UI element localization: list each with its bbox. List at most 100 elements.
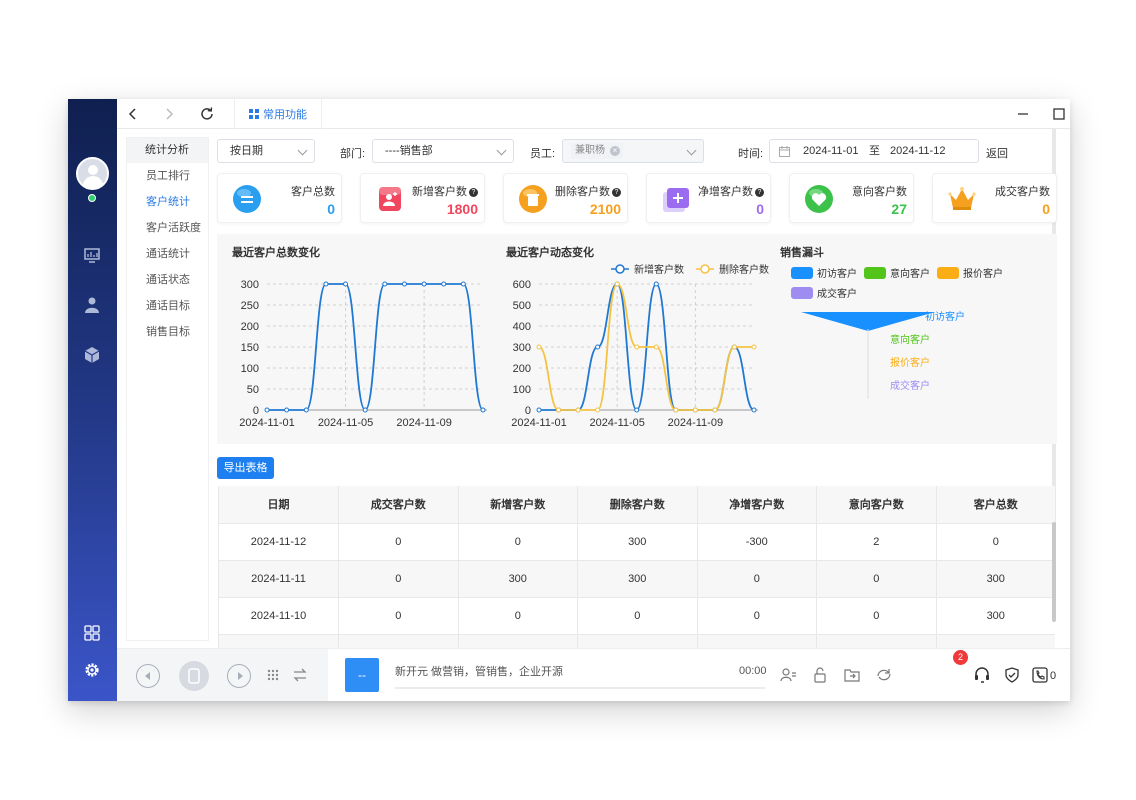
x-tick-label: 2024-11-05 bbox=[318, 417, 373, 429]
subnav-item-call-status[interactable]: 通话状态 bbox=[127, 267, 208, 293]
subnav-item-call-target[interactable]: 通话目标 bbox=[127, 293, 208, 319]
table-row[interactable]: 2024-11-12 0 0 300 -300 2 0 bbox=[219, 523, 1055, 561]
card-label: 客户总数 bbox=[291, 186, 335, 198]
col-intent[interactable]: 意向客户数 bbox=[816, 486, 937, 524]
table-row[interactable]: 2024-11-0900000300 bbox=[219, 634, 1055, 649]
prev-call-button[interactable] bbox=[136, 664, 160, 688]
funnel-legend-swatch bbox=[864, 267, 886, 279]
crown-icon bbox=[948, 187, 976, 210]
shield-check-icon[interactable] bbox=[1003, 666, 1021, 684]
tag-close-icon[interactable]: × bbox=[610, 146, 620, 156]
legend-item: 删除客户数 bbox=[696, 263, 769, 276]
subnav-header[interactable]: 统计分析 bbox=[127, 138, 208, 163]
avatar[interactable] bbox=[76, 157, 109, 190]
headset-icon[interactable] bbox=[973, 666, 991, 684]
lock-icon[interactable] bbox=[811, 666, 829, 684]
sync-icon[interactable] bbox=[875, 666, 893, 684]
transfer-icon[interactable] bbox=[293, 668, 307, 682]
stats-subnav: 统计分析 员工排行 客户统计 客户活跃度 通话统计 通话状态 通话目标 销售目标 bbox=[126, 137, 209, 641]
y-tick-label: 0 bbox=[525, 405, 531, 417]
maximize-icon[interactable] bbox=[1052, 107, 1066, 121]
phone-device-button[interactable] bbox=[179, 661, 209, 691]
call-progress-bar bbox=[395, 687, 765, 689]
period-value: 按日期 bbox=[230, 145, 263, 157]
cube-icon[interactable] bbox=[83, 346, 101, 364]
data-point bbox=[343, 281, 349, 287]
card-label-text: 删除客户数 bbox=[555, 186, 610, 198]
staff-tag[interactable]: 兼职杨 × bbox=[571, 143, 623, 159]
col-date[interactable]: 日期 bbox=[219, 486, 339, 524]
subnav-item-customer-stats[interactable]: 客户统计 bbox=[127, 189, 208, 215]
col-net[interactable]: 净增客户数 bbox=[697, 486, 817, 524]
export-table-button[interactable]: 导出表格 bbox=[217, 457, 274, 479]
dashboard-icon[interactable] bbox=[83, 246, 101, 264]
staff-tag-label: 兼职杨 bbox=[575, 145, 605, 156]
left-rail bbox=[68, 99, 117, 701]
date-range-picker[interactable]: 2024-11-01 至 2024-11-12 bbox=[769, 139, 979, 163]
data-point bbox=[460, 281, 466, 287]
help-icon[interactable]: ? bbox=[469, 188, 478, 197]
contact-card-icon[interactable] bbox=[779, 666, 797, 684]
legend-marker bbox=[615, 264, 625, 274]
apps-grid-icon[interactable] bbox=[83, 624, 101, 642]
dept-select[interactable]: ----销售部 bbox=[372, 139, 514, 163]
top-bar: 常用功能 bbox=[117, 99, 1070, 129]
staff-select[interactable]: 兼职杨 × bbox=[562, 139, 704, 163]
cell: 0 bbox=[338, 523, 459, 561]
total-customers-icon bbox=[233, 185, 261, 213]
funnel-legend-label: 成交客户 bbox=[817, 287, 857, 300]
col-deal[interactable]: 成交客户数 bbox=[338, 486, 459, 524]
back-arrow-icon[interactable] bbox=[125, 106, 141, 122]
folder-export-icon[interactable] bbox=[843, 666, 861, 684]
cell: 300 bbox=[577, 523, 698, 561]
funnel-label: 初访客户 bbox=[925, 310, 965, 323]
card-label: 净增客户数? bbox=[698, 183, 764, 199]
date-from[interactable]: 2024-11-01 bbox=[803, 140, 858, 162]
period-select[interactable]: 按日期 bbox=[217, 139, 315, 163]
legend-label: 新增客户数 bbox=[634, 263, 684, 276]
phone-log-icon[interactable] bbox=[1031, 666, 1049, 684]
new-customers-icon bbox=[379, 187, 401, 211]
minimize-icon[interactable] bbox=[1016, 107, 1030, 121]
tab-common-functions[interactable]: 常用功能 bbox=[234, 99, 322, 129]
table-row[interactable]: 2024-11-11 0 300 300 0 0 300 bbox=[219, 560, 1055, 598]
card-value: 27 bbox=[891, 201, 907, 217]
gear-icon[interactable] bbox=[83, 661, 101, 679]
data-point bbox=[382, 281, 388, 287]
funnel-segment bbox=[801, 312, 935, 331]
help-icon[interactable]: ? bbox=[755, 188, 764, 197]
triangle-left-icon bbox=[145, 672, 150, 680]
col-total[interactable]: 客户总数 bbox=[936, 486, 1055, 524]
user-icon[interactable] bbox=[83, 296, 101, 314]
subnav-item-call-stats[interactable]: 通话统计 bbox=[127, 241, 208, 267]
call-button[interactable]: -- bbox=[345, 658, 379, 692]
col-new[interactable]: 新增客户数 bbox=[458, 486, 578, 524]
cell: 0 bbox=[816, 634, 937, 649]
calendar-icon bbox=[779, 146, 790, 157]
card-label: 意向客户数 bbox=[852, 186, 907, 198]
charts-panel: 最近客户总数变化 最近客户动态变化 销售漏斗 0 50 100 150 200 250 30… bbox=[217, 234, 1057, 444]
table-row[interactable]: 2024-11-10 0 0 0 0 0 300 bbox=[219, 597, 1055, 635]
back-link[interactable]: 返回 bbox=[986, 145, 1008, 161]
funnel-legend-swatch bbox=[937, 267, 959, 279]
y-tick-label: 400 bbox=[513, 321, 531, 333]
subnav-item-customer-activity[interactable]: 客户活跃度 bbox=[127, 215, 208, 241]
col-deleted[interactable]: 删除客户数 bbox=[577, 486, 698, 524]
help-icon[interactable]: ? bbox=[612, 188, 621, 197]
refresh-icon[interactable] bbox=[199, 106, 215, 122]
forward-arrow-icon[interactable] bbox=[161, 106, 177, 122]
dialpad-icon[interactable] bbox=[267, 669, 279, 681]
y-tick-label: 150 bbox=[241, 342, 259, 354]
next-call-button[interactable] bbox=[227, 664, 251, 688]
cell: 2024-11-12 bbox=[219, 523, 339, 561]
table-scrollbar[interactable] bbox=[1052, 522, 1056, 622]
x-tick-label: 2024-11-01 bbox=[239, 417, 294, 429]
card-net-customers: 净增客户数? 0 bbox=[646, 173, 771, 223]
date-to[interactable]: 2024-11-12 bbox=[890, 140, 945, 162]
y-tick-label: 600 bbox=[513, 279, 531, 291]
subnav-item-staff-ranking[interactable]: 员工排行 bbox=[127, 163, 208, 189]
chevron-down-icon bbox=[297, 145, 308, 156]
total-customers-chart: 0 50 100 150 200 250 300 2024-11-01 2024-11-05 20… bbox=[239, 279, 487, 429]
subnav-item-sales-target[interactable]: 销售目标 bbox=[127, 319, 208, 345]
y-tick-label: 300 bbox=[241, 279, 259, 291]
